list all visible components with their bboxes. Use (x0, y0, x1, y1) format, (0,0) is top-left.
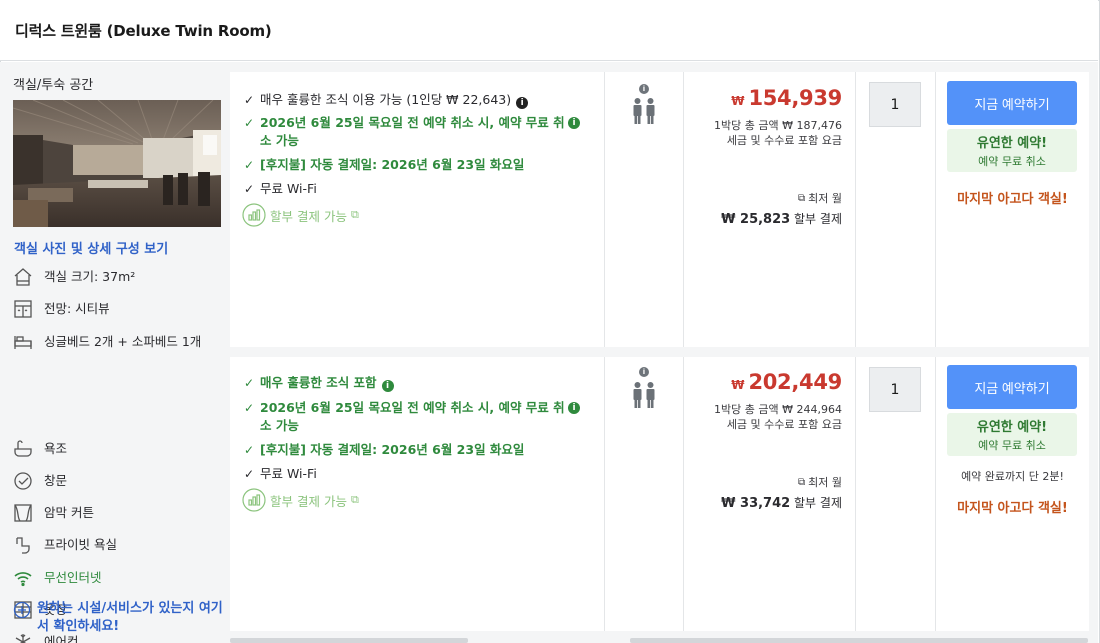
room-section-label: 객실/투숙 공간 (13, 78, 94, 93)
external-link-icon: ⧉ (350, 208, 359, 221)
lowest-monthly-label: ⧉ 최저 월 (798, 476, 842, 489)
flexible-booking-badge: 유연한 예약! 예약 무료 취소 (947, 129, 1077, 172)
info-icon[interactable]: i (516, 97, 529, 109)
info-icon[interactable]: i (639, 367, 649, 377)
offer-occupancy: i (605, 72, 684, 347)
external-link-icon: ⧉ (798, 476, 806, 488)
benefit-free-cancellation: ✓ 2026년 6월 25일 목요일 전 예약 취소 시, 예약 무료 취소 가… (244, 399, 594, 435)
bed-icon (13, 332, 33, 352)
horizontal-scrollbar[interactable] (230, 638, 468, 643)
amenity-room-size: 객실 크기: 37m² (13, 267, 228, 287)
two-guests-icon (633, 98, 655, 124)
check-icon: ✓ (244, 401, 255, 415)
offer-quantity: 1 (856, 357, 936, 631)
book-now-button[interactable]: 지금 예약하기 (947, 365, 1077, 409)
curtain-icon (13, 503, 33, 523)
bathtub-icon (13, 439, 33, 459)
shower-icon (13, 535, 33, 555)
info-icon[interactable]: i (568, 117, 580, 129)
lowest-monthly-label: ⧉ 최저 월 (798, 192, 842, 205)
amenity-private-bathroom: 프라이빗 욕실 (13, 535, 228, 555)
check-icon: ✓ (244, 182, 255, 196)
amenity-view: 전망: 시티뷰 (13, 299, 228, 319)
plus-circle-icon (13, 601, 31, 619)
horizontal-scrollbar-track[interactable] (630, 638, 1088, 643)
offer-row-2: ✓ 매우 훌륭한 조식 포함 i ✓ 2026년 6월 25일 목요일 전 예약 … (230, 357, 1089, 631)
price-details: 1박당 총 금액 ₩ 244,964 세금 및 수수료 포함 요금 (714, 403, 842, 431)
offer-benefits: ✓ 매우 훌륭한 조식 이용 가능 (1인당 ₩ 22,643) i ✓ 2026… (230, 72, 605, 347)
check-icon: ✓ (244, 158, 255, 172)
offer-booking: 지금 예약하기 유연한 예약! 예약 무료 취소 예약 완료까지 단 2분! 마… (936, 357, 1089, 631)
check-icon: ✓ (244, 93, 255, 107)
facility-check-link[interactable]: 원하는 시설/서비스가 있는지 여기서 확인하세요! (13, 600, 228, 636)
benefit-breakfast: ✓ 매우 훌륭한 조식 포함 i (244, 374, 594, 392)
nightly-price: ₩ 154,939 (731, 86, 842, 110)
external-link-icon: ⧉ (798, 192, 806, 204)
amenity-blackout-curtain: 암막 커튼 (13, 503, 228, 523)
installment-chart-icon (242, 488, 266, 512)
booking-urgency-notice: 예약 완료까지 단 2분! (961, 470, 1064, 483)
window-icon (13, 471, 33, 491)
info-icon[interactable]: i (381, 380, 394, 392)
room-title-bar: 디럭스 트윈룸 (Deluxe Twin Room) (0, 0, 1098, 61)
benefit-free-cancellation: ✓ 2026년 6월 25일 목요일 전 예약 취소 시, 예약 무료 취소 가… (244, 114, 594, 150)
benefit-pay-later: ✓ [후지불] 자동 결제일: 2026년 6월 23일 화요일 (244, 157, 525, 172)
amenity-window: 창문 (13, 471, 228, 491)
info-icon[interactable]: i (639, 84, 649, 94)
offer-price: ₩ 154,939 1박당 총 금액 ₩ 187,476 세금 및 수수료 포함… (684, 72, 856, 347)
room-quantity-select[interactable]: 1 (869, 82, 921, 127)
monthly-installment: ₩ 25,823 할부 결제 (721, 212, 842, 227)
benefit-free-wifi: ✓ 무료 Wi-Fi (244, 181, 317, 196)
amenity-wifi: 무선인터넷 (13, 568, 228, 588)
price-details: 1박당 총 금액 ₩ 187,476 세금 및 수수료 포함 요금 (714, 119, 842, 147)
offer-occupancy: i (605, 357, 684, 631)
monthly-installment: ₩ 33,742 할부 결제 (721, 496, 842, 511)
offer-benefits: ✓ 매우 훌륭한 조식 포함 i ✓ 2026년 6월 25일 목요일 전 예약 … (230, 357, 605, 631)
room-photo[interactable] (13, 100, 221, 227)
amenity-bathtub: 욕조 (13, 439, 228, 459)
room-quantity-select[interactable]: 1 (869, 367, 921, 412)
offer-price: ₩ 202,449 1박당 총 금액 ₩ 244,964 세금 및 수수료 포함… (684, 357, 856, 631)
two-guests-icon (633, 382, 655, 408)
check-icon: ✓ (244, 467, 255, 481)
house-icon (13, 267, 33, 287)
nightly-price: ₩ 202,449 (731, 370, 842, 394)
installment-info[interactable]: 할부 결제 가능 ⧉ (242, 203, 359, 227)
benefit-pay-later: ✓ [후지불] 자동 결제일: 2026년 6월 23일 화요일 (244, 442, 525, 457)
info-icon[interactable]: i (568, 402, 580, 414)
flexible-booking-badge: 유연한 예약! 예약 무료 취소 (947, 413, 1077, 456)
room-title: 디럭스 트윈룸 (Deluxe Twin Room) (15, 22, 272, 40)
check-icon: ✓ (244, 116, 255, 130)
offer-booking: 지금 예약하기 유연한 예약! 예약 무료 취소 마지막 아고다 객실! (936, 72, 1089, 347)
installment-info[interactable]: 할부 결제 가능 ⧉ (242, 488, 359, 512)
amenity-beds: 싱글베드 2개 + 소파베드 1개 (13, 332, 228, 352)
offer-quantity: 1 (856, 72, 936, 347)
benefit-free-wifi: ✓ 무료 Wi-Fi (244, 466, 317, 481)
last-room-notice: 마지막 아고다 객실! (957, 501, 1068, 516)
check-icon: ✓ (244, 443, 255, 457)
installment-chart-icon (242, 203, 266, 227)
external-link-icon: ⧉ (350, 493, 359, 506)
last-room-notice: 마지막 아고다 객실! (957, 192, 1068, 207)
wifi-icon (13, 568, 33, 588)
room-photos-link[interactable]: 객실 사진 및 상세 구성 보기 (14, 238, 168, 257)
benefit-breakfast: ✓ 매우 훌륭한 조식 이용 가능 (1인당 ₩ 22,643) i (244, 91, 594, 109)
window-view-icon (13, 299, 33, 319)
room-details-column: 객실/투숙 공간 객실 사진 및 상세 구성 보기 객실 크기: 37m² 전망… (0, 62, 230, 643)
book-now-button[interactable]: 지금 예약하기 (947, 81, 1077, 125)
check-icon: ✓ (244, 376, 255, 390)
offer-row-1: ✓ 매우 훌륭한 조식 이용 가능 (1인당 ₩ 22,643) i ✓ 2026… (230, 72, 1089, 347)
